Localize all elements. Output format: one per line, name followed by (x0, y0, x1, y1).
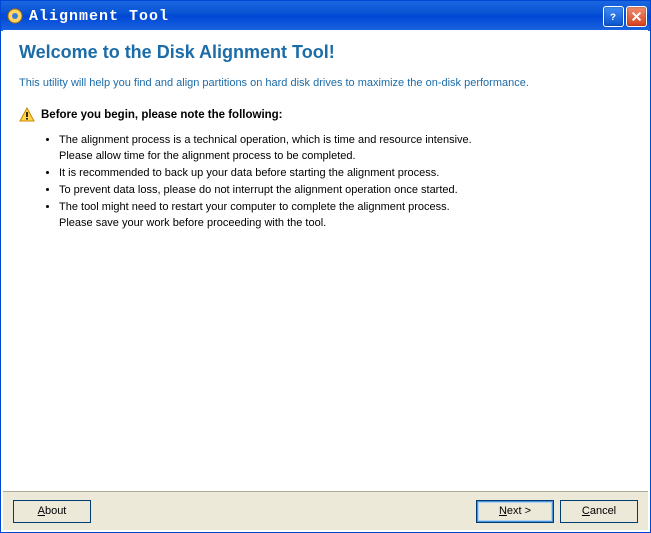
note-line: Please allow time for the alignment proc… (59, 149, 632, 165)
about-button[interactable]: About (13, 500, 91, 523)
list-item: It is recommended to back up your data b… (59, 166, 632, 182)
note-line: To prevent data loss, please do not inte… (59, 184, 458, 196)
note-line: It is recommended to back up your data b… (59, 167, 439, 179)
svg-text:?: ? (610, 11, 617, 22)
titlebar: Alignment Tool ? (1, 1, 650, 31)
window-title: Alignment Tool (29, 8, 603, 25)
warning-icon (19, 107, 35, 123)
notes-list: The alignment process is a technical ope… (59, 133, 632, 232)
note-heading-row: Before you begin, please note the follow… (19, 107, 632, 123)
note-line: The alignment process is a technical ope… (59, 134, 472, 146)
note-line: The tool might need to restart your comp… (59, 201, 450, 213)
page-title: Welcome to the Disk Alignment Tool! (19, 42, 632, 63)
note-line: Please save your work before proceeding … (59, 216, 632, 232)
app-icon (7, 8, 23, 24)
list-item: The tool might need to restart your comp… (59, 200, 632, 232)
next-button[interactable]: Next > (476, 500, 554, 523)
page-description: This utility will help you find and alig… (19, 77, 632, 89)
list-item: The alignment process is a technical ope… (59, 133, 632, 165)
footer-bar: About Next > Cancel (3, 491, 648, 530)
help-button[interactable]: ? (603, 6, 624, 27)
content-area: Welcome to the Disk Alignment Tool! This… (3, 30, 648, 491)
note-heading: Before you begin, please note the follow… (41, 109, 283, 121)
close-button[interactable] (626, 6, 647, 27)
cancel-button[interactable]: Cancel (560, 500, 638, 523)
list-item: To prevent data loss, please do not inte… (59, 183, 632, 199)
